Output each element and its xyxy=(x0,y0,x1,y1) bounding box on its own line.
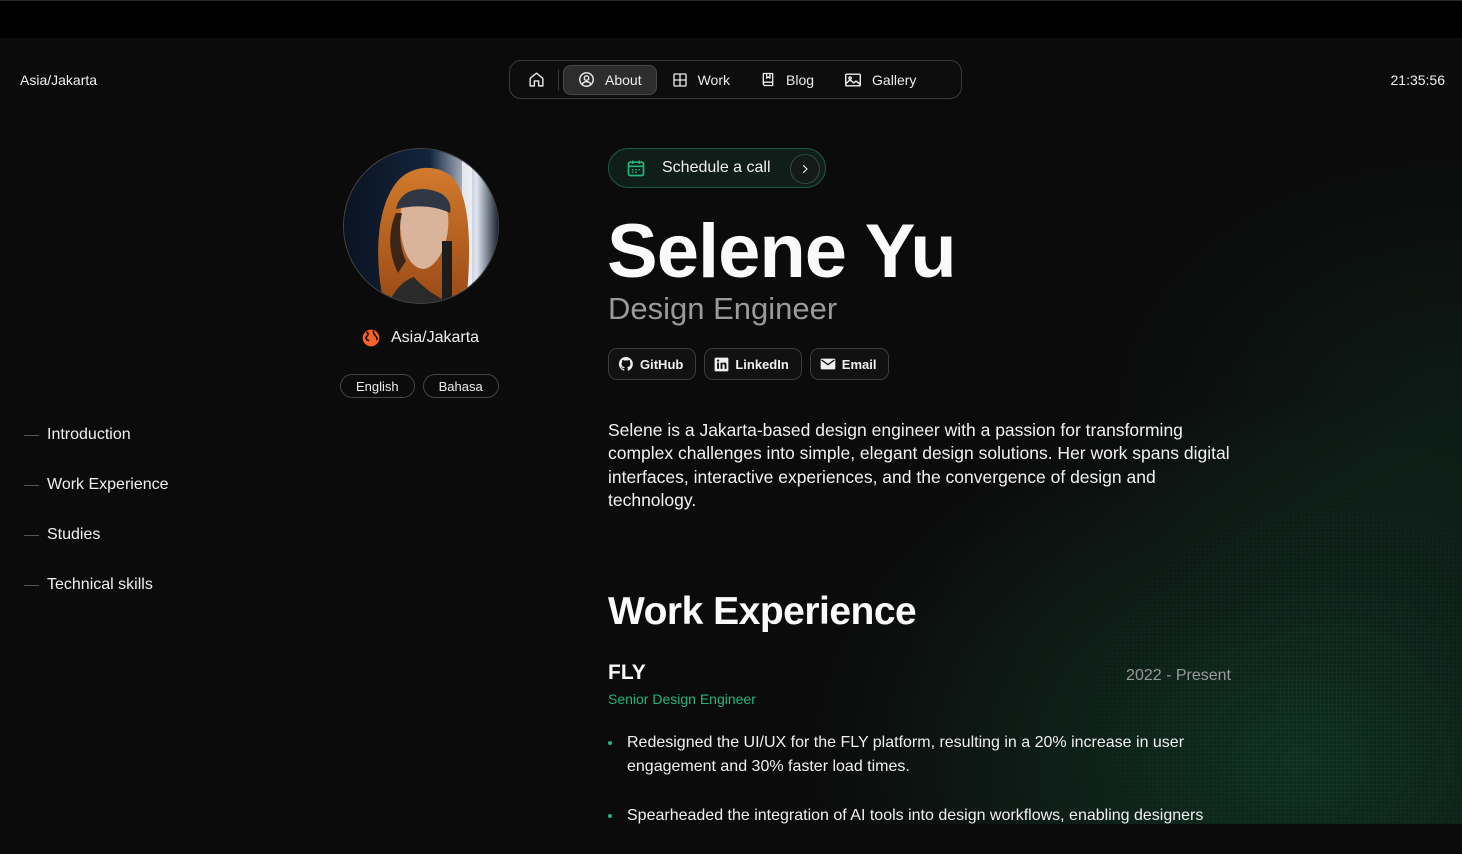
nav-item-label: Work xyxy=(697,71,731,88)
bio-text: Selene is a Jakarta-based design enginee… xyxy=(608,420,1230,510)
linkedin-button[interactable]: LinkedIn xyxy=(704,348,802,380)
image-icon xyxy=(845,72,862,87)
job-company: FLY xyxy=(608,661,646,684)
job-period: 2022 - Present xyxy=(1126,667,1231,684)
schedule-call-label: Schedule a call xyxy=(662,159,771,176)
book-icon xyxy=(762,72,774,87)
toc-item-introduction[interactable]: Introduction xyxy=(24,410,169,460)
linkedin-icon xyxy=(714,357,729,371)
toc-dash xyxy=(24,534,39,536)
user-circle-icon xyxy=(579,72,594,87)
nav-item-blog[interactable]: Blog xyxy=(745,65,829,95)
nav-item-label: Blog xyxy=(786,71,815,88)
toc-dash xyxy=(24,484,39,486)
nav-item-gallery[interactable]: Gallery xyxy=(829,65,931,95)
bullet-dot xyxy=(608,814,612,818)
location-label: Asia/Jakarta xyxy=(391,329,480,346)
avatar xyxy=(343,148,499,304)
email-button[interactable]: Email xyxy=(809,348,890,380)
linkedin-label: LinkedIn xyxy=(735,356,789,372)
main-nav: About Work Blog Gallery xyxy=(509,60,962,99)
toc-item-label: Work Experience xyxy=(47,476,169,493)
clock: 21:35:56 xyxy=(1390,72,1446,88)
nav-item-label: About xyxy=(605,71,642,88)
toc-dash xyxy=(24,584,39,586)
nav-item-about[interactable]: About xyxy=(563,64,657,95)
chevron-right-icon xyxy=(790,154,820,184)
work-experience-heading: Work Experience xyxy=(608,590,917,633)
list-item: Redesigned the UI/UX for the FLY platfor… xyxy=(608,731,1232,778)
job-achievements: Redesigned the UI/UX for the FLY platfor… xyxy=(608,731,1232,854)
toc-dash xyxy=(24,434,39,436)
toc-item-work-experience[interactable]: Work Experience xyxy=(24,460,169,510)
job-title: Senior Design Engineer xyxy=(608,691,756,707)
profile-name: Selene Yu xyxy=(607,209,957,294)
list-item-text: Spearheaded the integration of AI tools … xyxy=(627,807,1204,824)
language-pill-english: English xyxy=(340,374,415,398)
schedule-call-button[interactable]: Schedule a call xyxy=(608,148,826,188)
window-top-bar xyxy=(0,0,1462,38)
nav-item-work[interactable]: Work xyxy=(657,65,745,95)
location: Asia/Jakarta xyxy=(361,328,479,348)
github-icon xyxy=(618,356,633,371)
toc-item-label: Studies xyxy=(47,526,101,543)
calendar-icon xyxy=(627,160,645,177)
home-icon xyxy=(528,72,544,87)
toc-item-studies[interactable]: Studies xyxy=(24,510,169,560)
globe-icon xyxy=(362,329,380,347)
bullet-dot xyxy=(608,741,612,745)
profile-role: Design Engineer xyxy=(608,291,838,326)
github-button[interactable]: GitHub xyxy=(608,348,697,380)
grid-icon xyxy=(672,72,687,87)
email-icon xyxy=(820,358,836,370)
timezone-label: Asia/Jakarta xyxy=(20,72,98,88)
nav-item-label: Gallery xyxy=(872,71,917,88)
language-list: English Bahasa xyxy=(340,374,499,398)
social-links: GitHub LinkedIn Email xyxy=(608,348,890,380)
toc-item-label: Introduction xyxy=(47,426,131,443)
list-item-text: Redesigned the UI/UX for the FLY platfor… xyxy=(627,734,1185,775)
toc-item-technical-skills[interactable]: Technical skills xyxy=(24,560,169,610)
table-of-contents: Introduction Work Experience Studies Tec… xyxy=(24,410,169,610)
toc-item-label: Technical skills xyxy=(47,576,153,593)
nav-divider xyxy=(558,68,559,91)
email-label: Email xyxy=(841,356,877,372)
language-pill-bahasa: Bahasa xyxy=(422,374,499,398)
nav-home-button[interactable] xyxy=(516,65,556,95)
github-label: GitHub xyxy=(640,356,684,372)
